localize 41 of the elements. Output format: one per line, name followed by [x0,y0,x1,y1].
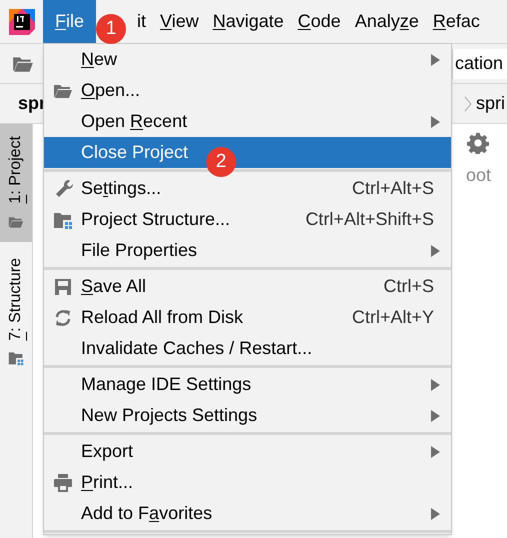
menu-item[interactable]: Invalidate Caches / Restart... [44,333,451,364]
breadcrumb-item[interactable]: spri [476,90,507,117]
project-tree-text: oot [466,164,492,187]
shortcut-label: Ctrl+Alt+S [352,177,435,200]
shortcut-label: Ctrl+Alt+Shift+S [305,208,435,231]
folder-grid-icon [8,350,24,366]
run-config-field[interactable]: cation [452,48,507,78]
menu-item[interactable]: Add to Favorites [44,498,451,529]
menu-bar-item[interactable]: File [43,0,96,44]
shortcut-label: Ctrl+S [383,275,435,298]
submenu-arrow-icon [431,244,440,256]
menu-item[interactable]: Save All Ctrl+S [44,271,451,302]
submenu-arrow-icon [431,410,440,422]
menu-item[interactable]: File Properties [44,235,451,266]
menu-item[interactable]: New [44,44,451,75]
menu-item[interactable]: New Projects Settings [44,400,451,431]
app-logo-icon [8,8,34,34]
printer-icon [52,472,72,492]
shortcut-label: Ctrl+Alt+Y [352,306,435,329]
menu-item[interactable]: Open Recent [44,106,451,137]
submenu-arrow-icon [431,378,440,390]
menu-item[interactable]: Reload All from Disk Ctrl+Alt+Y [44,302,451,333]
menu-bar-item[interactable]: Refac [426,0,487,44]
menu-item[interactable]: Export [44,436,451,467]
submenu-arrow-icon [431,446,440,458]
settings-icon[interactable] [467,132,489,154]
menu-item[interactable]: Open... [44,75,451,106]
chevron-icon [464,96,472,112]
tool-window-tab[interactable]: 1: Project [0,124,32,242]
submenu-arrow-icon [431,116,440,128]
submenu-arrow-icon [431,54,440,66]
tool-window-tab[interactable]: 7: Structure [0,246,32,378]
menu-item[interactable]: Project Structure... Ctrl+Alt+Shift+S [44,204,451,235]
menu-item[interactable]: Manage IDE Settings [44,369,451,400]
menu-bar-item[interactable]: Analyze [348,0,426,44]
menu-bar-item[interactable]: Code [290,0,348,44]
submenu-arrow-icon [431,508,440,520]
menu-bar-item[interactable]: it [130,0,154,44]
menu-item[interactable]: Print... [44,467,451,498]
menu-bar-item[interactable]: View [153,0,206,44]
menu-bar-item[interactable]: Navigate [206,0,291,44]
